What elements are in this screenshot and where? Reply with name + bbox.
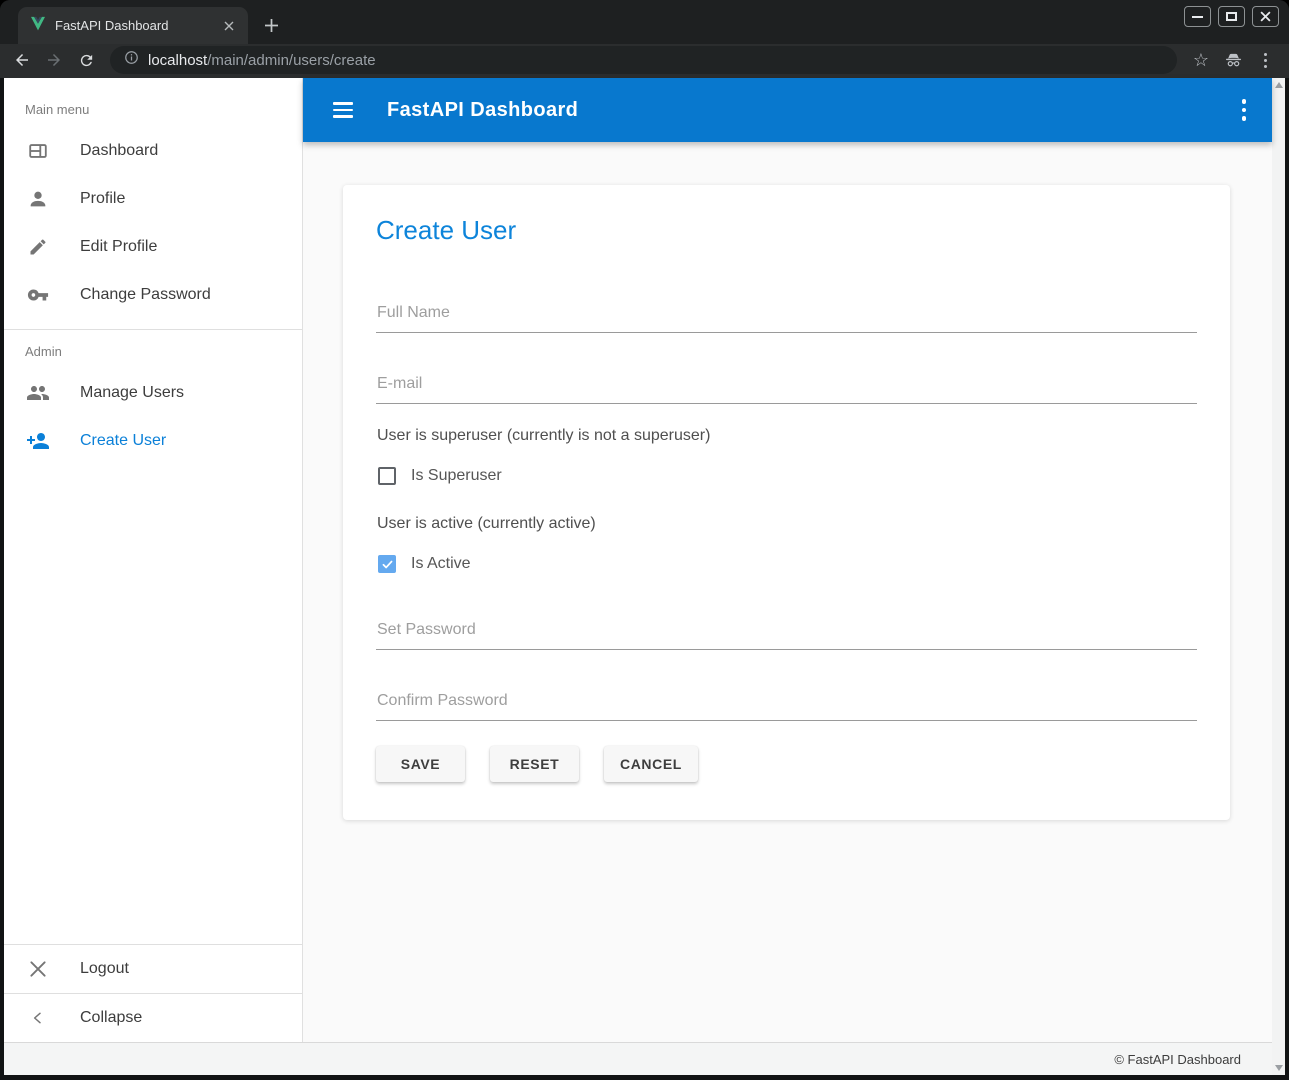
incognito-icon [1219, 46, 1247, 74]
key-icon [26, 283, 50, 307]
active-helper-text: User is active (currently active) [377, 515, 1197, 533]
new-tab-button[interactable] [256, 10, 286, 40]
scrollbar-down-arrow-icon[interactable] [1275, 1065, 1283, 1071]
app-header: FastAPI Dashboard [303, 78, 1272, 142]
browser-toolbar: localhost/main/admin/users/create ☆ [0, 44, 1289, 78]
browser-menu-kebab-icon[interactable] [1251, 46, 1279, 74]
email-field [376, 375, 1197, 404]
app-title: FastAPI Dashboard [387, 99, 1236, 122]
tab-close-icon[interactable] [220, 17, 238, 35]
full-name-field [376, 304, 1197, 333]
sidebar-item-create-user[interactable]: Create User [4, 417, 302, 465]
is-active-checkbox-row[interactable]: Is Active [378, 555, 1197, 573]
is-superuser-checkbox-row[interactable]: Is Superuser [378, 467, 1197, 485]
site-info-icon[interactable] [124, 50, 139, 70]
sidebar-item-dashboard[interactable]: Dashboard [4, 127, 302, 175]
sidebar-item-profile[interactable]: Profile [4, 175, 302, 223]
sidebar-spacer [4, 465, 302, 944]
sidebar-item-change-password[interactable]: Change Password [4, 271, 302, 319]
save-button[interactable]: SAVE [376, 746, 465, 782]
confirm-password-input[interactable] [376, 692, 1197, 721]
browser-tab[interactable]: FastAPI Dashboard [18, 7, 248, 44]
form-buttons: SAVE RESET CANCEL [376, 746, 1197, 782]
sidebar-item-label: Collapse [80, 1009, 142, 1027]
url-host: localhost [148, 52, 207, 69]
app-footer: © FastAPI Dashboard [4, 1042, 1272, 1075]
reload-icon[interactable] [72, 46, 100, 74]
person-icon [26, 187, 50, 211]
sidebar-item-collapse[interactable]: Collapse [4, 994, 302, 1042]
sidebar-item-label: Create User [80, 432, 166, 450]
sidebar-item-label: Edit Profile [80, 238, 157, 256]
sidebar-item-label: Manage Users [80, 384, 184, 402]
reset-button[interactable]: RESET [490, 746, 579, 782]
url-path: /main/admin/users/create [207, 52, 375, 69]
confirm-password-field [376, 692, 1197, 721]
set-password-field [376, 621, 1197, 650]
hamburger-menu-icon[interactable] [325, 92, 361, 128]
is-superuser-checkbox[interactable] [378, 467, 396, 485]
bookmark-star-icon[interactable]: ☆ [1187, 46, 1215, 74]
forward-icon[interactable] [40, 46, 68, 74]
browser-window: FastAPI Dashboard [0, 0, 1289, 1080]
maximize-button[interactable] [1218, 6, 1245, 27]
dashboard-icon [26, 139, 50, 163]
main-content: Create User User is superuser (currently… [303, 142, 1272, 1042]
page-scrollbar[interactable] [1272, 78, 1285, 1075]
logout-close-icon [26, 957, 50, 981]
window-controls [1184, 6, 1279, 27]
tab-title: FastAPI Dashboard [55, 18, 211, 33]
sidebar-item-edit-profile[interactable]: Edit Profile [4, 223, 302, 271]
page-title: Create User [376, 215, 1197, 246]
sidebar: Main menu Dashboard Profile [4, 78, 303, 1042]
minimize-button[interactable] [1184, 6, 1211, 27]
superuser-helper-text: User is superuser (currently is not a su… [377, 427, 1197, 445]
sidebar-item-label: Logout [80, 960, 129, 978]
cancel-button[interactable]: CANCEL [604, 746, 698, 782]
back-icon[interactable] [8, 46, 36, 74]
create-user-card: Create User User is superuser (currently… [343, 185, 1230, 820]
close-button[interactable] [1252, 6, 1279, 27]
address-bar[interactable]: localhost/main/admin/users/create [110, 46, 1177, 74]
sidebar-item-label: Dashboard [80, 142, 158, 160]
app-menu-kebab-icon[interactable] [1236, 93, 1253, 127]
browser-titlebar: FastAPI Dashboard [0, 0, 1289, 44]
chevron-left-icon [26, 1006, 50, 1030]
is-active-label: Is Active [411, 555, 471, 573]
scrollbar-up-arrow-icon[interactable] [1275, 82, 1283, 88]
group-icon [26, 381, 50, 405]
sidebar-section-main-menu: Main menu [4, 78, 302, 127]
sidebar-item-label: Change Password [80, 286, 211, 304]
url-text[interactable]: localhost/main/admin/users/create [148, 52, 376, 69]
person-add-icon [26, 429, 50, 453]
copyright-text: © FastAPI Dashboard [1114, 1052, 1241, 1067]
sidebar-item-logout[interactable]: Logout [4, 945, 302, 993]
is-active-checkbox[interactable] [378, 555, 396, 573]
email-input[interactable] [376, 375, 1197, 404]
sidebar-item-manage-users[interactable]: Manage Users [4, 369, 302, 417]
pencil-icon [26, 235, 50, 259]
sidebar-section-admin: Admin [4, 330, 302, 369]
full-name-input[interactable] [376, 304, 1197, 333]
sidebar-item-label: Profile [80, 190, 125, 208]
vue-favicon-icon [30, 16, 46, 36]
is-superuser-label: Is Superuser [411, 467, 502, 485]
set-password-input[interactable] [376, 621, 1197, 650]
